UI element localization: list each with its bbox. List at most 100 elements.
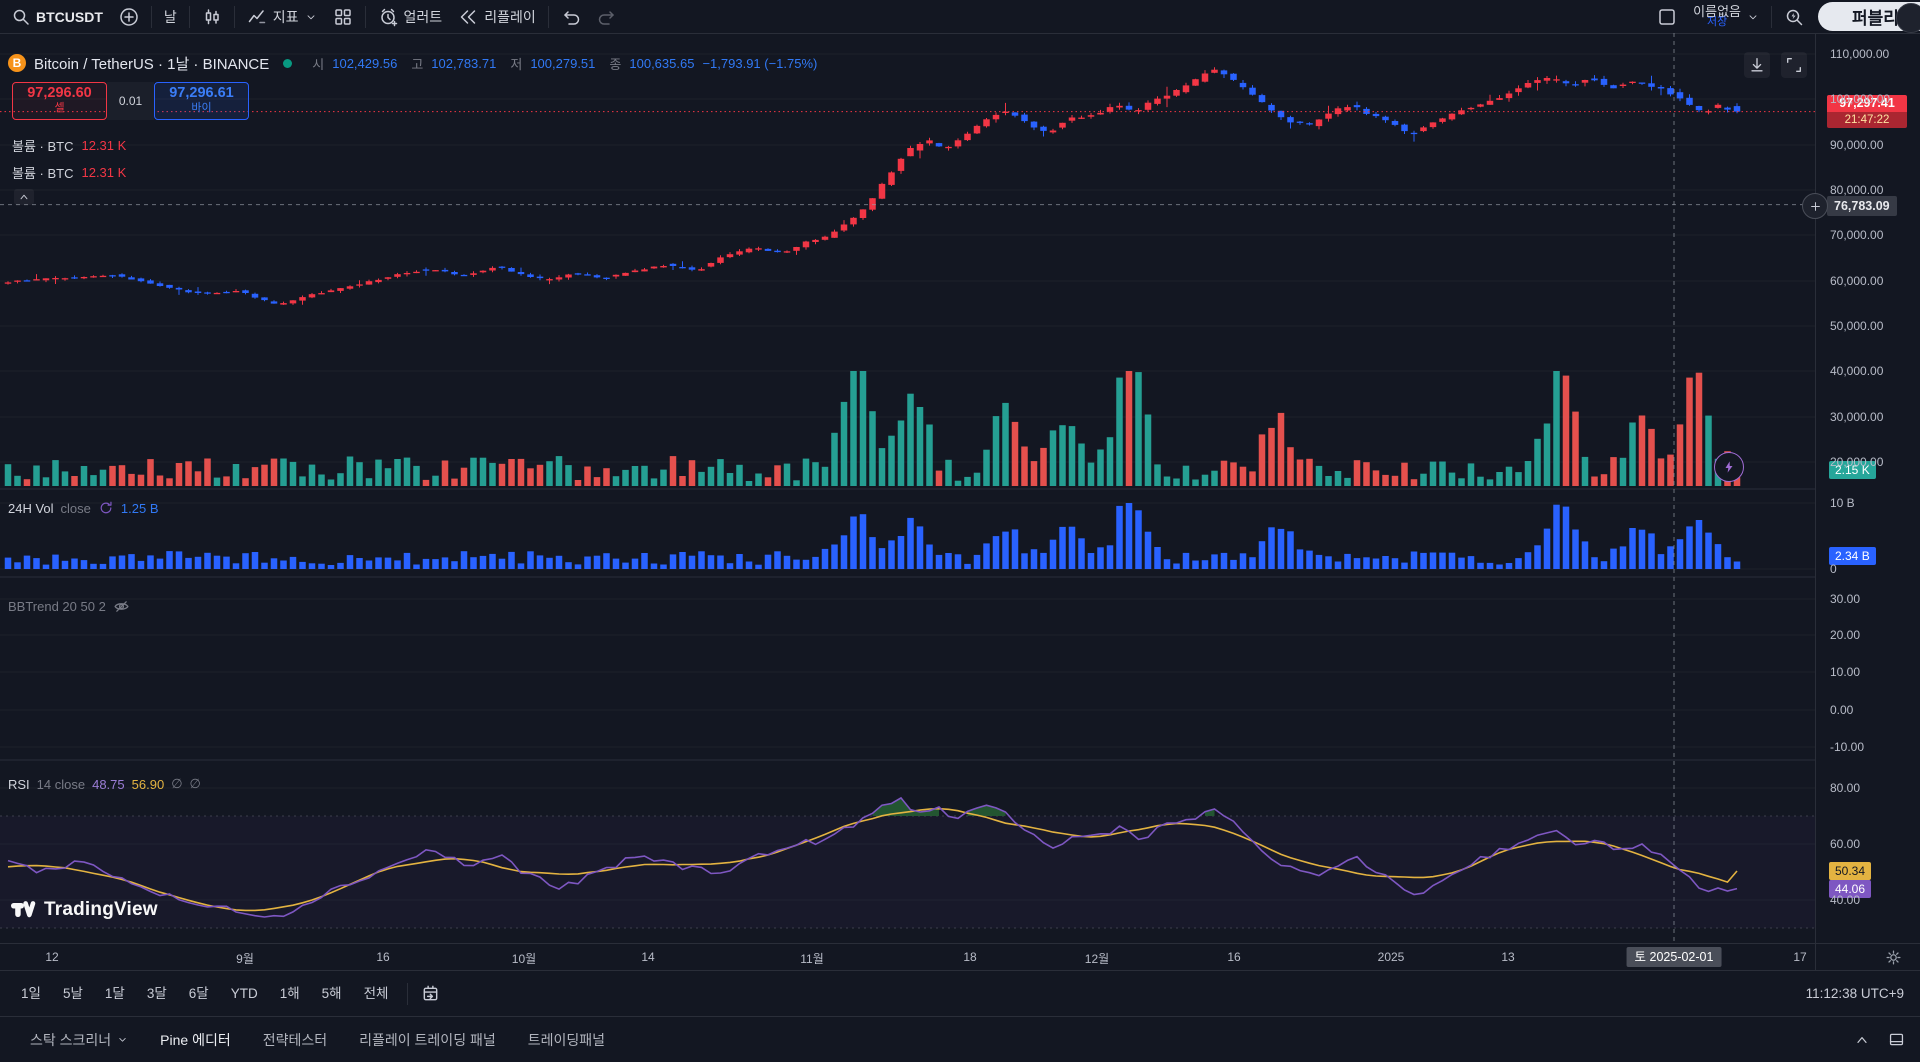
tab-스탁 스크리너[interactable]: 스탁 스크리너 <box>14 1017 144 1062</box>
refresh-icon <box>98 500 114 516</box>
eye-slash-icon[interactable] <box>113 598 130 615</box>
range-button-3달[interactable]: 3달 <box>136 980 178 1008</box>
price-axis[interactable]: 97,297.41 21:47:22 76,783.09 2.15 K 2.34… <box>1815 33 1920 970</box>
bbtrend-pane-header[interactable]: BBTrend 20 50 2 <box>8 596 130 616</box>
candlestick-icon <box>202 7 222 27</box>
panel-layout-button[interactable] <box>1649 3 1685 31</box>
undo-button[interactable] <box>553 3 589 31</box>
gear-icon[interactable] <box>1885 949 1902 966</box>
save-layout-stack: 이름없음 저장 <box>1693 6 1741 28</box>
chevron-down-icon <box>117 1034 128 1045</box>
boost-button[interactable] <box>1714 452 1744 482</box>
undo-icon <box>561 7 581 27</box>
plus-circle-icon <box>119 7 139 27</box>
symbol-header[interactable]: B Bitcoin / TetherUS · 1날 · BINANCE 시102… <box>8 52 817 74</box>
time-tick: 10월 <box>512 950 536 967</box>
toolbar-divider <box>407 983 408 1005</box>
market-status-dot[interactable] <box>283 59 292 68</box>
price-tick: 60,000.00 <box>1830 273 1883 289</box>
rsi-pane-header[interactable]: RSI 14 close 48.75 56.90 ∅ ∅ <box>8 774 201 794</box>
scroll-to-recent-button[interactable] <box>1744 52 1770 78</box>
sell-price: 97,296.60 <box>27 86 92 101</box>
time-tick: 16 <box>376 950 389 964</box>
buy-button[interactable]: 97,296.61 바이 <box>154 82 249 120</box>
crosshair-price-label: 76,783.09 <box>1827 196 1897 216</box>
maximize-icon <box>1785 56 1803 74</box>
chart-area: B Bitcoin / TetherUS · 1날 · BINANCE 시102… <box>0 33 1815 943</box>
quick-search-button[interactable] <box>1776 3 1812 31</box>
volume-legend-row[interactable]: 볼륨 · BTC 12.31 K <box>12 163 126 181</box>
search-icon <box>12 8 30 26</box>
volume-legend-row[interactable]: 볼륨 · BTC 12.31 K <box>12 136 126 154</box>
price-tick: 110,000.00 <box>1830 46 1889 62</box>
redo-icon <box>597 7 617 27</box>
save-layout-button[interactable]: 이름없음 저장 <box>1685 3 1767 31</box>
redo-button[interactable] <box>589 3 625 31</box>
tabs-right-icons <box>1848 1026 1910 1054</box>
arrow-down-icon <box>1748 56 1766 74</box>
range-button-1달[interactable]: 1달 <box>94 980 136 1008</box>
range-toolbar: 1일5날1달3달6달YTD1해5해전체 11:12:38 UTC+9 <box>0 970 1920 1016</box>
alert-button[interactable]: 얼러트 <box>370 3 451 31</box>
price-chart-canvas[interactable] <box>0 33 1815 943</box>
replay-rewind-icon <box>458 7 478 27</box>
add-alert-plus-button[interactable] <box>1802 193 1828 219</box>
price-tick: 100,000.00 <box>1830 91 1890 107</box>
layout-grid-button[interactable] <box>325 3 361 31</box>
vol24-pane-header[interactable]: 24H Vol close 1.25 B <box>8 498 159 518</box>
price-tick: 80.00 <box>1830 780 1860 796</box>
range-button-전체[interactable]: 전체 <box>353 980 400 1008</box>
tabs-items: 스탁 스크리너Pine 에디터전략테스터리플레이 트레이딩 패널트레이딩패널 <box>14 1017 621 1062</box>
open-value: 102,429.56 <box>332 56 397 71</box>
tab-리플레이 트레이딩 패널[interactable]: 리플레이 트레이딩 패널 <box>343 1017 512 1062</box>
price-tick: 80,000.00 <box>1830 182 1883 198</box>
spread-value: 0.01 <box>107 82 154 120</box>
legend-collapse-button[interactable] <box>14 189 34 205</box>
bottom-tabs-bar: 스탁 스크리너Pine 에디터전략테스터리플레이 트레이딩 패널트레이딩패널 <box>0 1016 1920 1062</box>
range-button-6달[interactable]: 6달 <box>178 980 220 1008</box>
tab-전략테스터[interactable]: 전략테스터 <box>247 1017 343 1062</box>
compare-add-button[interactable] <box>111 3 147 31</box>
price-tick: 60.00 <box>1830 836 1860 852</box>
range-button-YTD[interactable]: YTD <box>220 980 269 1008</box>
toolbar-divider <box>1771 6 1772 28</box>
price-tick: 70,000.00 <box>1830 227 1883 243</box>
high-value: 102,783.71 <box>431 56 496 71</box>
symbol-search-value: BTCUSDT <box>36 9 103 25</box>
go-to-date-button[interactable] <box>416 980 444 1008</box>
high-label: 고 <box>411 54 423 73</box>
clock-timezone[interactable]: 11:12:38 UTC+9 <box>1806 986 1904 1001</box>
tab-Pine 에디터[interactable]: Pine 에디터 <box>144 1017 247 1062</box>
toolbar-divider <box>365 6 366 28</box>
chevron-down-icon <box>1747 11 1759 23</box>
range-button-5날[interactable]: 5날 <box>52 980 94 1008</box>
chart-style-button[interactable] <box>194 3 230 31</box>
price-tick: 30,000.00 <box>1830 409 1883 425</box>
bbtrend-title: BBTrend 20 50 2 <box>8 599 106 614</box>
vol24-param: close <box>61 501 91 516</box>
time-tick: 2025 <box>1378 950 1405 964</box>
tab-트레이딩패널[interactable]: 트레이딩패널 <box>512 1017 621 1062</box>
avatar[interactable] <box>1896 3 1920 33</box>
interval-button[interactable]: 날 <box>156 3 185 31</box>
sell-button[interactable]: 97,296.60 셀 <box>12 82 107 120</box>
top-toolbar: BTCUSDT 날 지표 얼러트 리플레이 <box>0 0 1920 34</box>
replay-button[interactable]: 리플레이 <box>450 3 544 31</box>
toolbar-divider <box>548 6 549 28</box>
time-axis[interactable]: 토 2025-02-01 129월1610월1411월1812월16202513… <box>0 943 1815 971</box>
alarm-clock-icon <box>378 7 398 27</box>
close-label: 종 <box>609 54 621 73</box>
tradingview-watermark[interactable]: TradingView <box>10 897 158 923</box>
chevron-up-icon <box>1854 1032 1870 1048</box>
maximize-pane-button[interactable] <box>1781 52 1807 78</box>
range-button-5해[interactable]: 5해 <box>311 980 353 1008</box>
panel-layout-button[interactable] <box>1882 1026 1910 1054</box>
time-tick: 16 <box>1227 950 1240 964</box>
expand-panel-button[interactable] <box>1848 1026 1876 1054</box>
indicators-button[interactable]: 지표 <box>239 3 325 31</box>
bottom-panel-icon <box>1888 1031 1905 1048</box>
symbol-title: Bitcoin / TetherUS · 1날 · BINANCE <box>34 53 269 74</box>
range-button-1일[interactable]: 1일 <box>10 980 52 1008</box>
range-button-1해[interactable]: 1해 <box>269 980 311 1008</box>
symbol-search-button[interactable]: BTCUSDT <box>4 3 111 31</box>
